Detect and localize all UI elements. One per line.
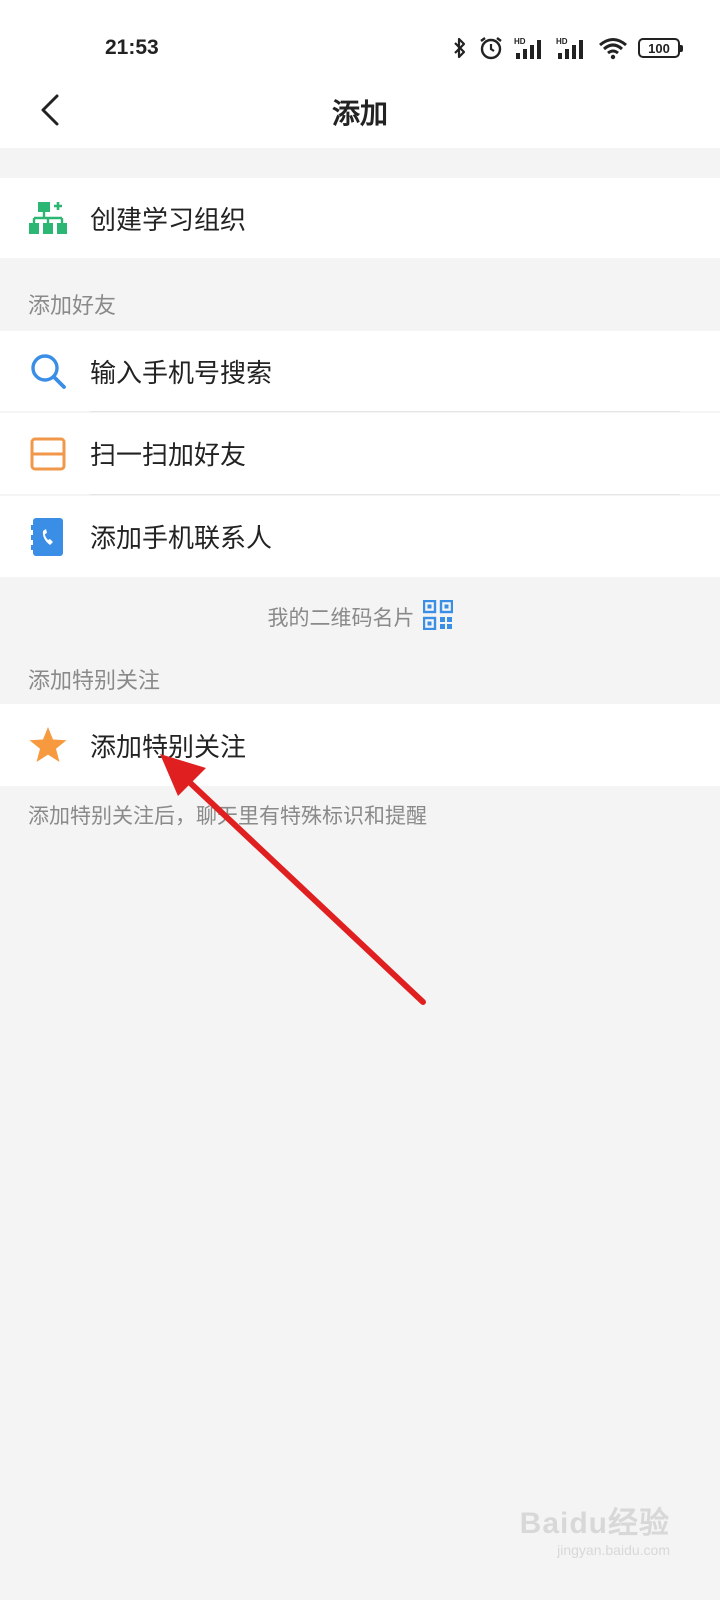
section-label-add-friends: 添加好友 xyxy=(28,294,117,319)
svg-text:HD: HD xyxy=(514,37,526,46)
qr-code-icon xyxy=(422,599,453,634)
section-label-special-follow: 添加特别关注 xyxy=(28,669,161,694)
bluetooth-icon xyxy=(452,36,468,60)
nav-bar: 添加 xyxy=(0,90,720,148)
scan-icon xyxy=(28,434,68,474)
watermark-sub: jingyan.baidu.com xyxy=(557,1542,670,1558)
status-time: 21:53 xyxy=(105,36,159,59)
scan-friend-label: 扫一扫加好友 xyxy=(90,441,247,471)
status-icons: HD HD 100 xyxy=(452,34,683,62)
signal-hd-icon: HD xyxy=(556,36,588,60)
watermark-main: Baidu经验 xyxy=(519,1507,670,1540)
add-special-follow-row[interactable]: 添加特别关注 xyxy=(0,704,720,786)
search-phone-label: 输入手机号搜索 xyxy=(90,358,273,389)
divider xyxy=(90,411,680,412)
divider xyxy=(90,494,680,495)
alarm-icon xyxy=(478,35,504,61)
phone-contacts-icon xyxy=(28,517,68,557)
create-org-row[interactable]: 创建学习组织 xyxy=(0,178,720,258)
phone-contacts-label: 添加手机联系人 xyxy=(90,524,273,554)
star-icon xyxy=(28,725,68,765)
wifi-icon xyxy=(598,36,628,60)
special-follow-note: 添加特别关注后，聊天里有特殊标识和提醒 xyxy=(28,804,427,828)
phone-contacts-row[interactable]: 添加手机联系人 xyxy=(0,496,720,577)
search-icon xyxy=(28,351,68,391)
svg-text:HD: HD xyxy=(556,37,568,46)
signal-hd-icon: HD xyxy=(514,36,546,60)
org-chart-icon xyxy=(28,198,68,238)
add-special-follow-label: 添加特别关注 xyxy=(90,732,247,763)
watermark-logo: Baidu经验 jingyan.baidu.com xyxy=(520,1498,670,1558)
status-bar: 21:53 HD HD 100 xyxy=(0,0,720,90)
scan-friend-row[interactable]: 扫一扫加好友 xyxy=(0,413,720,494)
my-qr-card-label: 我的二维码名片 xyxy=(267,606,415,630)
search-phone-row[interactable]: 输入手机号搜索 xyxy=(0,331,720,411)
create-org-label: 创建学习组织 xyxy=(90,205,247,236)
my-qr-card-link[interactable]: 我的二维码名片 xyxy=(0,599,720,634)
page-title: 添加 xyxy=(331,97,388,130)
battery-icon: 100 xyxy=(638,38,683,58)
